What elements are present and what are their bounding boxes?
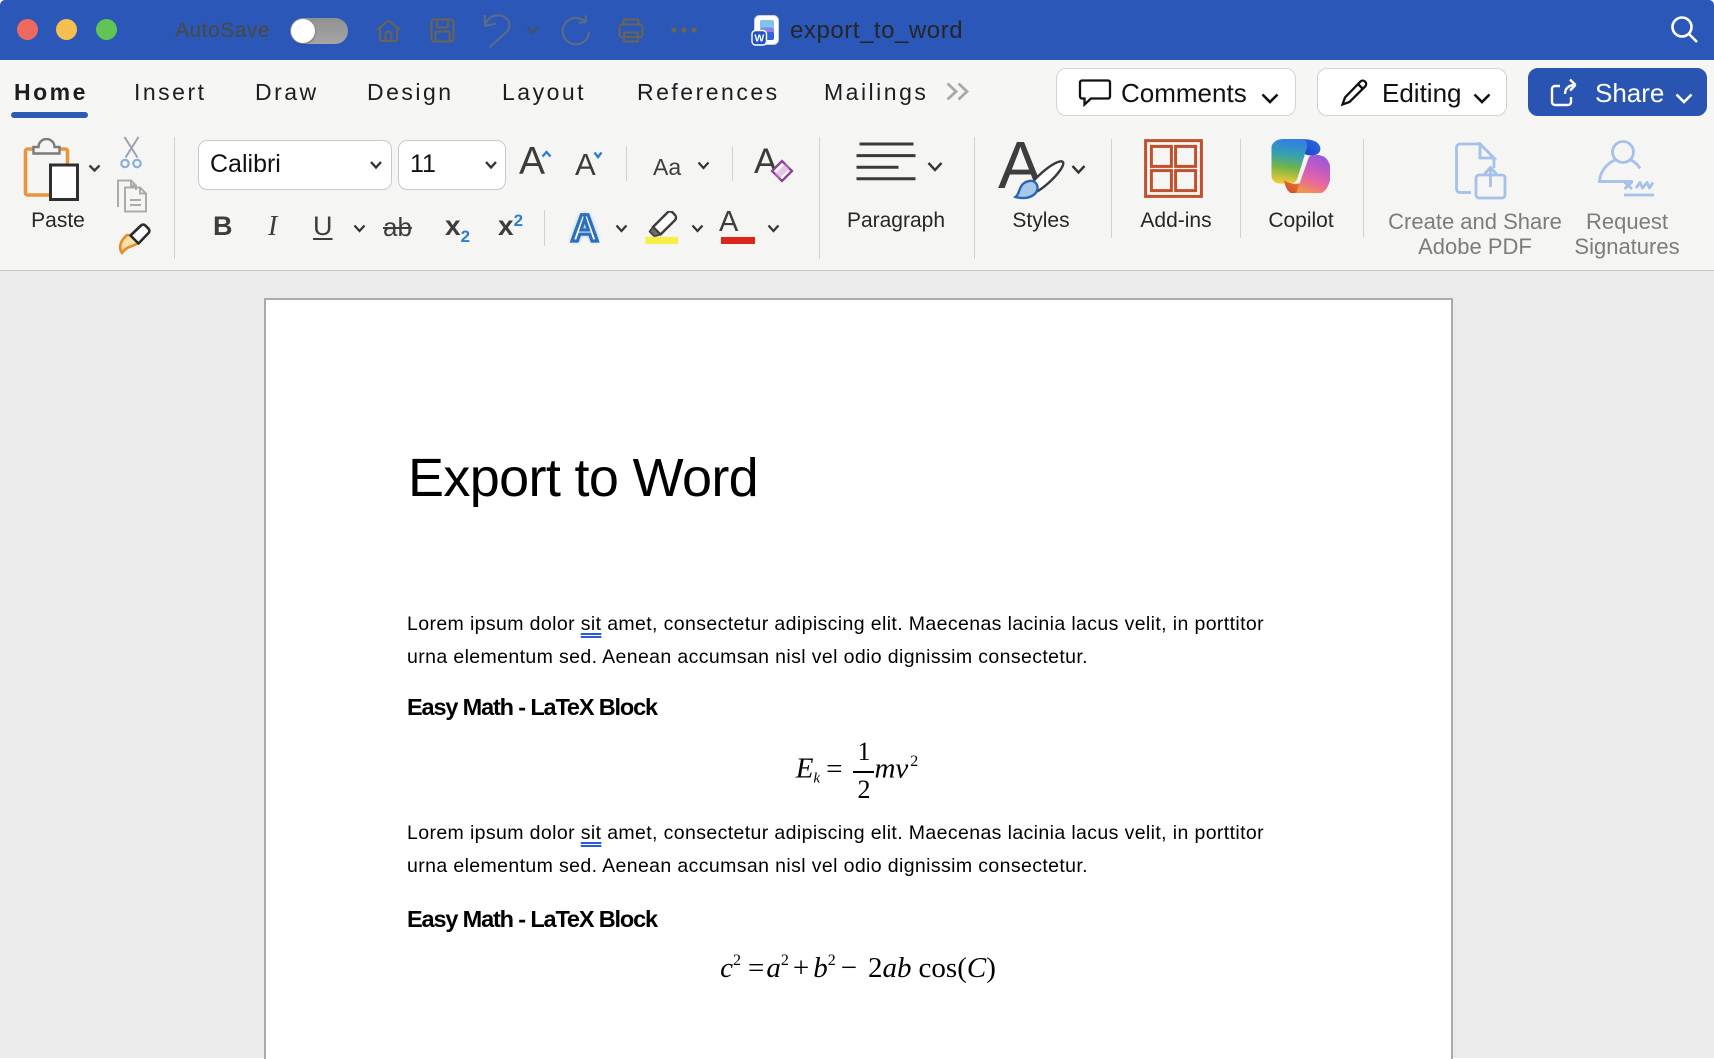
svg-text:W: W — [754, 33, 764, 45]
